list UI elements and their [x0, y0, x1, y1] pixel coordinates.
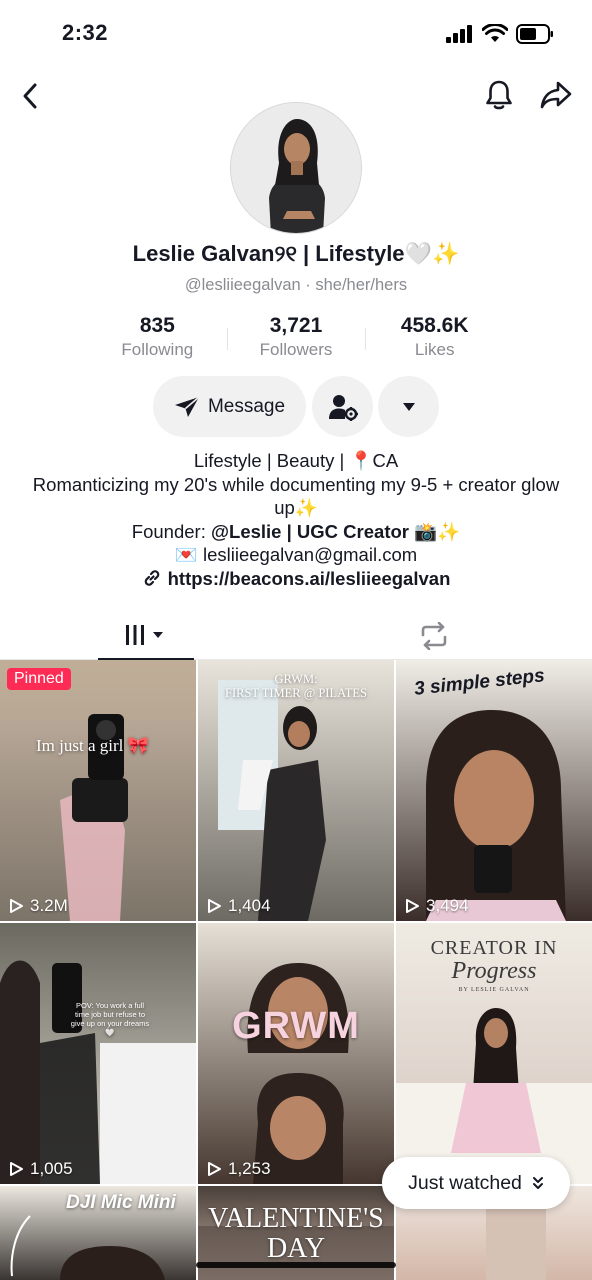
notification-bell-button[interactable]	[482, 78, 516, 112]
pinned-badge: Pinned	[7, 668, 71, 690]
bio-link[interactable]: https://beacons.ai/lesliieegalvan	[168, 567, 451, 591]
bio-founder-prefix: Founder:	[131, 520, 211, 542]
video-caption-overlay: CREATOR IN Progress BY LESLIE GALVAN	[396, 937, 592, 993]
more-options-button[interactable]	[378, 376, 439, 437]
video-caption-overlay: Im just a girl 🎀	[36, 736, 149, 755]
repost-icon	[421, 622, 447, 650]
cellular-signal-icon	[446, 25, 472, 43]
view-count-value: 3,494	[426, 896, 469, 915]
grid-bars-icon	[126, 625, 163, 645]
paper-plane-icon	[174, 395, 200, 417]
video-tile[interactable]: CREATOR IN Progress BY LESLIE GALVAN	[396, 923, 592, 1184]
just-watched-button[interactable]: Just watched	[382, 1157, 570, 1209]
view-count-value: 1,253	[228, 1159, 271, 1178]
view-count-value: 1,005	[30, 1159, 73, 1178]
view-count: 3.2M	[8, 896, 68, 916]
share-arrow-icon	[540, 81, 572, 109]
play-outline-icon	[10, 899, 23, 913]
video-caption-top: GRWM:	[274, 672, 318, 686]
video-tile[interactable]: DJI Mic Mini	[0, 1186, 196, 1280]
video-caption-overlay: GRWM: FIRST TIMER @ PILATES	[198, 672, 394, 700]
play-outline-icon	[406, 899, 419, 913]
stat-following[interactable]: 835 Following	[88, 314, 227, 366]
bio-link-row[interactable]: https://beacons.ai/lesliieegalvan	[30, 567, 562, 591]
video-caption-small: BY LESLIE GALVAN	[458, 987, 530, 993]
view-count-value: 3.2M	[30, 896, 68, 915]
double-chevron-down-icon	[532, 1177, 543, 1189]
avatar[interactable]	[230, 102, 362, 234]
view-count: 1,005	[8, 1159, 73, 1179]
stat-value: 3,721	[269, 314, 323, 337]
stat-label: Likes	[414, 340, 455, 359]
triangle-down-icon	[402, 402, 415, 411]
video-caption-bottom: DAY	[266, 1233, 326, 1264]
bell-icon	[486, 80, 512, 110]
message-button-label: Message	[207, 395, 286, 417]
bio-founder-mention[interactable]: @Leslie | UGC Creator 📸✨	[211, 521, 460, 542]
video-caption-top: CREATOR IN	[430, 937, 558, 959]
video-caption-overlay: DJI Mic Mini	[66, 1192, 176, 1213]
content-tabs	[0, 612, 592, 660]
stat-value: 835	[139, 314, 175, 337]
video-tile[interactable]: GRWM: FIRST TIMER @ PILATES 1,404	[198, 660, 394, 921]
video-tile[interactable]: POV: You work a full time job but refuse…	[0, 923, 196, 1184]
share-profile-button[interactable]	[538, 78, 574, 112]
play-outline-icon	[10, 1162, 23, 1176]
tab-videos[interactable]	[98, 612, 194, 660]
view-count: 1,253	[206, 1159, 271, 1179]
tab-reposts[interactable]	[386, 612, 482, 660]
video-thumbnail	[198, 923, 394, 1184]
play-outline-icon	[208, 899, 221, 913]
status-time: 2:32	[62, 20, 109, 45]
video-tile[interactable]: Pinned Im just a girl 🎀 3.2M	[0, 660, 196, 921]
video-tile[interactable]: GRWM 1,253	[198, 923, 394, 1184]
avatar-image	[231, 103, 361, 233]
stat-value: 458.6K	[400, 314, 469, 337]
view-count-value: 1,404	[228, 896, 271, 915]
bio-line: Lifestyle | Beauty | 📍CA	[193, 450, 399, 471]
video-caption-overlay: VALENTINE'S DAY	[198, 1204, 394, 1264]
status-icons	[446, 24, 554, 44]
status-bar: 2:32	[0, 0, 592, 62]
display-name: Leslie Galvan୨୧ | Lifestyle🤍✨	[132, 241, 460, 266]
video-thumbnail	[0, 923, 196, 1184]
battery-icon	[516, 24, 553, 44]
person-gear-icon	[328, 394, 358, 421]
just-watched-label: Just watched	[408, 1171, 522, 1194]
link-icon	[144, 570, 159, 587]
bio-line: Romanticizing my 20's while documenting …	[32, 473, 560, 519]
message-button[interactable]: Message	[153, 376, 306, 437]
view-count: 1,404	[206, 896, 271, 916]
video-tile[interactable]: 3 simple steps 3,494	[396, 660, 592, 921]
video-caption-top: VALENTINE'S	[208, 1203, 384, 1234]
stat-followers[interactable]: 3,721 Followers	[226, 314, 366, 366]
video-caption-overlay: POV: You work a full time job but refuse…	[70, 1001, 150, 1037]
stat-likes[interactable]: 458.6K Likes	[365, 314, 504, 366]
username-pronouns: @lesliieegalvan · she/her/hers	[184, 276, 408, 294]
profile-bio: Lifestyle | Beauty | 📍CA Romanticizing m…	[30, 449, 562, 590]
stat-label: Followers	[259, 340, 333, 359]
profile-stats: 835 Following 3,721 Followers 458.6K Lik…	[88, 314, 504, 366]
bio-email: 💌 lesliieegalvan@gmail.com	[174, 544, 418, 565]
video-caption-overlay: GRWM	[232, 1005, 360, 1047]
profile-actions: Message	[0, 376, 592, 438]
user-settings-button[interactable]	[312, 376, 373, 437]
chevron-left-icon	[23, 83, 37, 109]
bio-founder-line: Founder: @Leslie | UGC Creator 📸✨	[30, 520, 562, 544]
view-count: 3,494	[404, 896, 469, 916]
video-thumbnail	[0, 660, 196, 921]
stat-label: Following	[121, 340, 194, 359]
video-caption-bottom: FIRST TIMER @ PILATES	[225, 686, 367, 700]
wifi-icon	[482, 24, 508, 42]
back-button[interactable]	[14, 80, 46, 112]
home-indicator	[196, 1262, 396, 1268]
play-outline-icon	[208, 1162, 221, 1176]
video-caption-bottom: Progress	[451, 958, 537, 984]
